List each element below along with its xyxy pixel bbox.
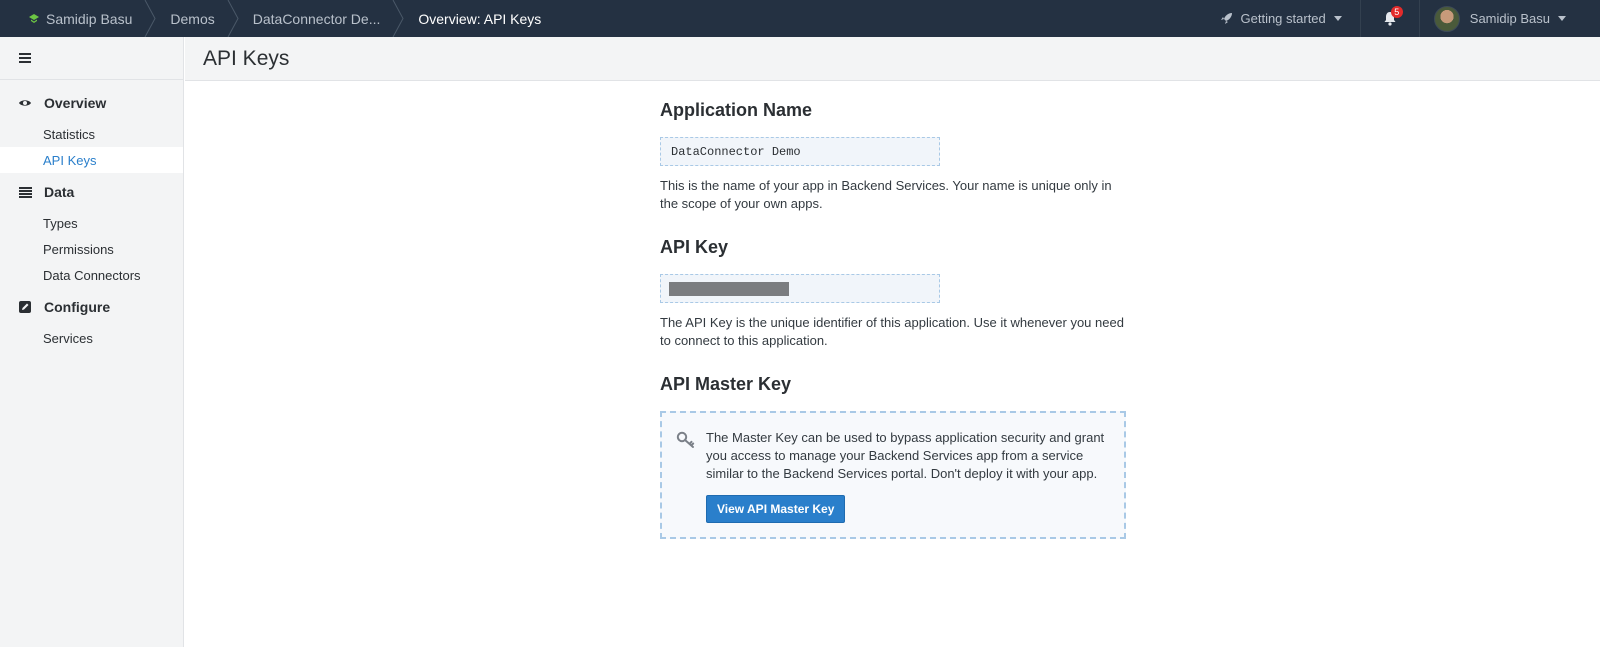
view-api-master-key-button[interactable]: View API Master Key	[706, 495, 846, 523]
top-right-actions: Getting started 5 Samidip Basu	[1202, 0, 1600, 37]
chevron-down-icon	[1333, 16, 1342, 21]
master-key-box: The Master Key can be used to bypass app…	[660, 411, 1126, 539]
sidebar-group-data[interactable]: Data	[0, 179, 183, 205]
sidebar-item-api-keys[interactable]: API Keys	[0, 147, 183, 173]
api-key-description: The API Key is the unique identifier of …	[660, 315, 1124, 348]
page-header: API Keys	[185, 37, 1600, 81]
breadcrumb-label: Demos	[170, 10, 215, 27]
api-key-masked-value	[669, 281, 789, 296]
rocket-icon	[1220, 13, 1232, 24]
list-icon	[18, 186, 32, 198]
user-name: Samidip Basu	[1469, 11, 1550, 26]
application-name-description: This is the name of your app in Backend …	[660, 178, 1112, 211]
api-key-field[interactable]	[660, 274, 940, 303]
avatar	[1433, 5, 1460, 32]
sidebar-item-data-connectors[interactable]: Data Connectors	[0, 262, 183, 288]
notifications-button[interactable]: 5	[1359, 0, 1419, 37]
breadcrumb-label: Overview: API Keys	[418, 10, 542, 27]
top-bar: Samidip Basu Demos DataConnector De... O…	[0, 0, 1600, 37]
edit-icon	[18, 301, 32, 313]
master-key-section: API Master Key The Master Key can be use…	[660, 374, 1126, 539]
master-key-description: The Master Key can be used to bypass app…	[706, 430, 1105, 481]
getting-started-menu[interactable]: Getting started	[1202, 0, 1360, 37]
master-key-heading: API Master Key	[660, 374, 792, 394]
sidebar-group-label: Configure	[44, 299, 111, 315]
sidebar-item-statistics[interactable]: Statistics	[0, 121, 183, 147]
application-name-field[interactable]: DataConnector Demo	[660, 137, 940, 166]
user-menu[interactable]: Samidip Basu	[1418, 0, 1600, 37]
breadcrumb-label: DataConnector De...	[252, 10, 381, 27]
application-name-heading: Application Name	[660, 100, 813, 120]
api-key-section: API Key The API Key is the unique identi…	[660, 237, 1126, 350]
hamburger-menu-icon	[19, 53, 31, 63]
sidebar-group-overview[interactable]: Overview	[0, 90, 183, 116]
breadcrumb-current: Overview: API Keys	[398, 0, 559, 37]
key-icon	[676, 431, 695, 448]
getting-started-label: Getting started	[1240, 11, 1326, 26]
sidebar: Overview Statistics API Keys Data Types …	[0, 37, 184, 647]
sidebar-item-types[interactable]: Types	[0, 210, 183, 236]
breadcrumb-app[interactable]: DataConnector De...	[233, 0, 404, 37]
sidebar-toggle-button[interactable]	[0, 37, 183, 80]
breadcrumb-account[interactable]: Samidip Basu	[0, 0, 156, 37]
eye-icon	[18, 98, 32, 108]
api-keys-content: Application Name DataConnector Demo This…	[660, 100, 1126, 563]
sidebar-item-permissions[interactable]: Permissions	[0, 236, 183, 262]
brand-logo-icon	[29, 13, 39, 23]
sidebar-group-label: Data	[44, 184, 75, 200]
breadcrumb-label: Samidip Basu	[46, 10, 133, 27]
breadcrumb-demos[interactable]: Demos	[150, 0, 239, 37]
api-key-heading: API Key	[660, 237, 729, 257]
page-title: API Keys	[203, 46, 290, 70]
application-name-section: Application Name DataConnector Demo This…	[660, 100, 1126, 213]
sidebar-item-services[interactable]: Services	[0, 325, 183, 351]
notification-count-badge: 5	[1390, 6, 1403, 18]
sidebar-group-configure[interactable]: Configure	[0, 294, 183, 320]
sidebar-group-label: Overview	[44, 95, 107, 111]
chevron-down-icon	[1558, 16, 1566, 21]
